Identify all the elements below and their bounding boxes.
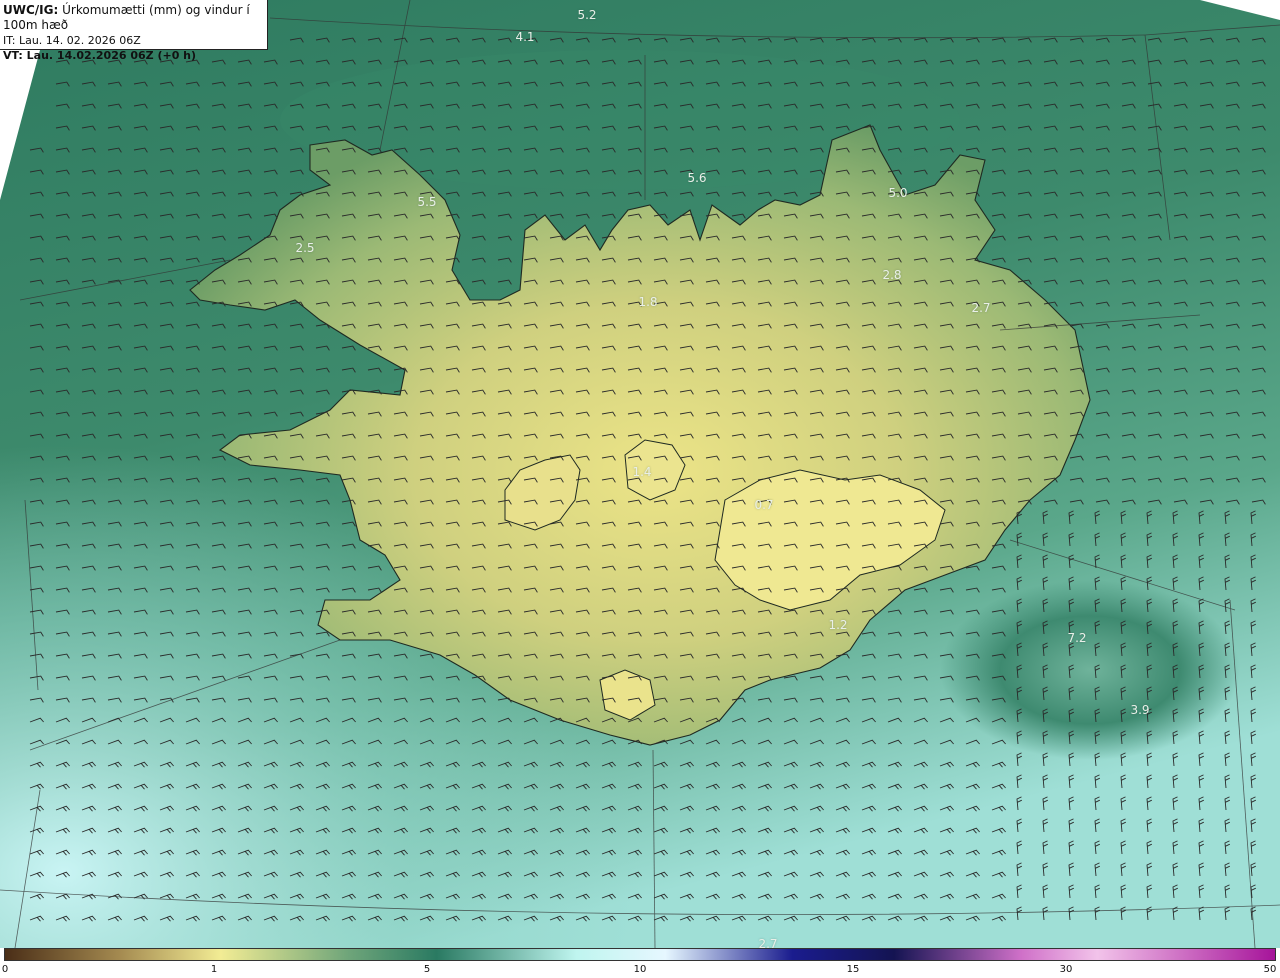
map-value-label: 1.8 xyxy=(638,295,658,309)
colorbar-tick: 10 xyxy=(633,964,647,975)
map-header: UWC/IG: Úrkomumætti (mm) og vindur í 100… xyxy=(0,0,268,62)
map-value-label: 0.7 xyxy=(754,498,774,512)
init-time: IT: Lau. 14. 02. 2026 06Z xyxy=(3,34,141,47)
map-value-label: 5.2 xyxy=(577,8,597,22)
title-line: UWC/IG: Úrkomumætti (mm) og vindur í 100… xyxy=(3,3,264,33)
map-value-label: 7.2 xyxy=(1067,631,1087,645)
map-value-label: 2.7 xyxy=(758,937,778,948)
map-value-label: 1.2 xyxy=(828,618,848,632)
map-value-label: 2.5 xyxy=(295,241,315,255)
map-value-label: 1.4 xyxy=(632,465,652,479)
colorbar-tick: 15 xyxy=(846,964,860,975)
colorbar-strip xyxy=(4,948,1276,961)
map-value-label: 5.0 xyxy=(888,186,908,200)
colorbar-tick: 50 xyxy=(1263,964,1277,975)
colorbar-tick: 30 xyxy=(1059,964,1073,975)
model-name: UWC/IG: xyxy=(3,3,59,17)
colorbar-tick: 5 xyxy=(423,964,431,975)
map-value-label: 3.9 xyxy=(1130,703,1150,717)
map-value-label: 5.6 xyxy=(687,171,707,185)
valid-time: VT: Lau. 14.02.2026 06Z (+0 h) xyxy=(3,49,197,62)
map-value-label: 5.5 xyxy=(417,195,437,209)
forecast-map: 5.2 4.1 5.5 5.6 5.0 2.5 2.8 2.7 1.8 1.4 … xyxy=(0,0,1280,948)
colorbar-tick: 1 xyxy=(210,964,218,975)
colorbar: 0 1 5 10 15 30 50 xyxy=(0,948,1280,978)
map-value-label: 4.1 xyxy=(515,30,535,44)
map-value-label: 2.8 xyxy=(882,268,902,282)
colorbar-tick: 0 xyxy=(1,964,9,975)
map-value-label: 2.7 xyxy=(971,301,991,315)
